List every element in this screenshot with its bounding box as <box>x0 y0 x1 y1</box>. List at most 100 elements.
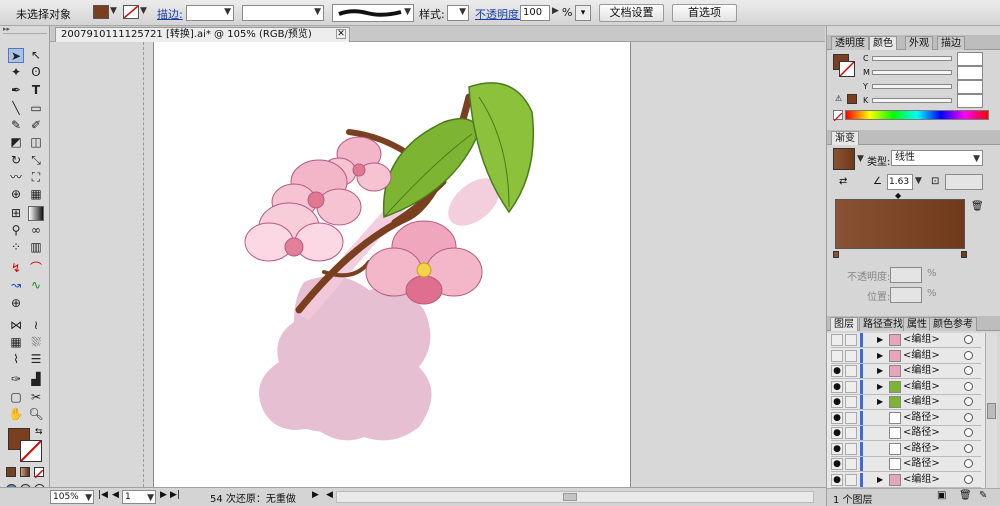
envelope-tool-icon[interactable]: ⋈ <box>8 318 24 333</box>
channel-y-value[interactable] <box>957 80 983 94</box>
gradient-stop-left[interactable] <box>833 251 839 258</box>
lock-toggle[interactable] <box>845 396 857 408</box>
width-tool-icon[interactable]: ↝ <box>8 278 24 293</box>
layer-row[interactable]: ▶ <编组> <box>831 348 981 364</box>
eye-icon[interactable]: ● <box>831 380 843 393</box>
tab-layers[interactable]: 图层 <box>830 317 858 331</box>
document-tab[interactable]: 2007910111125721 [转换].ai* @ 105% (RGB/预览… <box>55 27 350 42</box>
gradient-angle-input[interactable]: 1.63 <box>887 174 913 190</box>
tab-gradient[interactable]: 渐变 <box>831 131 859 145</box>
hand-tool-icon[interactable]: ✋ <box>8 407 24 422</box>
perspective-grid-tool-icon[interactable]: ▦ <box>28 187 44 202</box>
pencil-tool-icon[interactable]: ✐ <box>28 118 44 133</box>
column-graph-tool-icon[interactable]: ▥ <box>28 240 44 255</box>
expand-triangle-icon[interactable]: ▶ <box>877 473 883 487</box>
artboard[interactable] <box>153 42 631 487</box>
stroke-weight-input[interactable]: ▼ <box>186 5 234 21</box>
tab-attributes[interactable]: 属性 <box>903 317 931 331</box>
zoom-tool-icon[interactable]: 🔍︎ <box>28 407 44 422</box>
wrench-icon[interactable]: ✎ <box>979 490 987 501</box>
layer-row[interactable]: ● <路径> <box>831 410 981 426</box>
last-page-icon[interactable]: ▶| <box>170 490 180 500</box>
eye-icon[interactable]: ● <box>831 411 843 424</box>
target-circle-icon[interactable] <box>964 428 973 437</box>
wave-tool-icon[interactable]: ≀ <box>28 318 44 333</box>
type-tool-icon[interactable]: T <box>28 83 44 98</box>
recolor-artwork-icon[interactable]: ▾ <box>575 5 591 21</box>
lock-toggle[interactable] <box>845 411 857 424</box>
channel-c-value[interactable] <box>957 52 983 66</box>
eye-icon[interactable]: ● <box>831 365 843 377</box>
paintbrush-tool-icon[interactable]: ✎ <box>8 118 24 133</box>
layer-row[interactable]: ● ▶ <编组> <box>831 395 981 410</box>
lock-toggle[interactable] <box>845 349 857 362</box>
curvature-tool-icon[interactable]: ↯ <box>8 261 24 276</box>
eyedropper-alt-tool-icon[interactable]: ✑ <box>8 372 24 387</box>
brush-definition-select[interactable]: ▼ <box>332 4 414 22</box>
style-select[interactable]: ▼ <box>447 5 469 21</box>
opacity-label[interactable]: 不透明度: <box>475 6 523 22</box>
warp-tool-icon[interactable]: 〰 <box>8 170 24 185</box>
out-of-gamut-icon[interactable]: ⚠ <box>835 94 842 103</box>
horizontal-scroll-thumb[interactable] <box>563 493 577 501</box>
lock-toggle[interactable] <box>845 365 857 377</box>
channel-k-slider[interactable] <box>872 98 952 103</box>
lock-toggle[interactable] <box>845 473 857 486</box>
close-icon[interactable]: ✕ <box>336 29 346 39</box>
layer-row[interactable]: ● ▶ <编组> <box>831 472 981 488</box>
stroke-color-swatch[interactable] <box>20 440 42 462</box>
spectrum-none-swatch[interactable] <box>833 110 843 122</box>
canvas-area[interactable] <box>50 42 825 487</box>
eye-icon[interactable]: ● <box>831 458 843 470</box>
layer-row[interactable]: ● ▶ <编组> <box>831 379 981 395</box>
eye-icon[interactable]: ● <box>831 427 843 439</box>
status-menu-icon[interactable]: ▶ <box>312 490 319 500</box>
channel-k-value[interactable] <box>957 94 983 108</box>
stroke-label[interactable]: 描边: <box>157 6 183 22</box>
layer-row[interactable]: ● <路径> <box>831 457 981 472</box>
magic-wand-tool-icon[interactable]: ✦ <box>8 65 24 80</box>
target-circle-icon[interactable] <box>964 381 973 391</box>
target-circle-icon[interactable] <box>964 350 973 360</box>
gradient-type-select[interactable]: 线性 ▼ <box>891 150 983 166</box>
next-page-icon[interactable]: ▶ <box>160 490 167 500</box>
blend-tool-icon[interactable]: ∞ <box>28 223 44 238</box>
crosshair-tool-icon[interactable]: ⊕ <box>8 296 24 311</box>
delete-stop-icon[interactable]: 🗑︎ <box>971 201 984 212</box>
path-tool-icon[interactable]: ⌇ <box>8 352 24 367</box>
gradient-slider-bar[interactable] <box>835 199 965 249</box>
layer-row[interactable]: ● ▶ <编组> <box>831 364 981 379</box>
color-panel-stroke-swatch[interactable] <box>839 61 855 77</box>
eye-icon[interactable]: ● <box>831 442 843 455</box>
channel-m-value[interactable] <box>957 66 983 80</box>
free-transform-tool-icon[interactable]: ⛶ <box>28 170 44 185</box>
gradient-mode-icon[interactable] <box>20 467 30 477</box>
expand-triangle-icon[interactable]: ▶ <box>877 395 883 409</box>
expand-triangle-icon[interactable]: ▶ <box>877 333 883 347</box>
eraser-tool-icon[interactable]: ◫ <box>28 135 44 150</box>
target-circle-icon[interactable] <box>964 459 973 468</box>
color-spectrum[interactable] <box>845 110 989 120</box>
slice-tool-icon[interactable]: ✂ <box>28 390 44 405</box>
symbol-sprayer-tool-icon[interactable]: ⁘ <box>8 240 24 255</box>
eye-icon[interactable]: ● <box>831 473 843 486</box>
fill-dropdown-icon[interactable]: ▼ <box>110 6 117 16</box>
channel-y-slider[interactable] <box>872 84 952 89</box>
align-tool-icon[interactable]: ☰ <box>28 352 44 367</box>
expand-triangle-icon[interactable]: ▶ <box>877 349 883 363</box>
fill-swatch[interactable] <box>93 5 109 19</box>
lock-toggle[interactable] <box>845 334 857 346</box>
scale-tool-icon[interactable]: ⤡ <box>28 153 44 168</box>
bar-graph-tool-icon[interactable]: ▟ <box>28 372 44 387</box>
new-layer-icon[interactable]: ▣ <box>937 490 946 501</box>
document-setup-button[interactable]: 文档设置 <box>599 4 664 22</box>
lasso-tool-icon[interactable]: ʘ <box>28 65 44 80</box>
target-circle-icon[interactable] <box>964 412 973 422</box>
opacity-input[interactable]: 100 <box>520 5 550 21</box>
layers-scrollbar[interactable] <box>985 333 997 488</box>
tab-color-guide[interactable]: 颜色参考 <box>929 317 977 331</box>
layer-row[interactable]: ▶ <编组> <box>831 333 981 348</box>
target-circle-icon[interactable] <box>964 335 973 344</box>
preferences-button[interactable]: 首选项 <box>672 4 737 22</box>
expand-triangle-icon[interactable]: ▶ <box>877 380 883 394</box>
